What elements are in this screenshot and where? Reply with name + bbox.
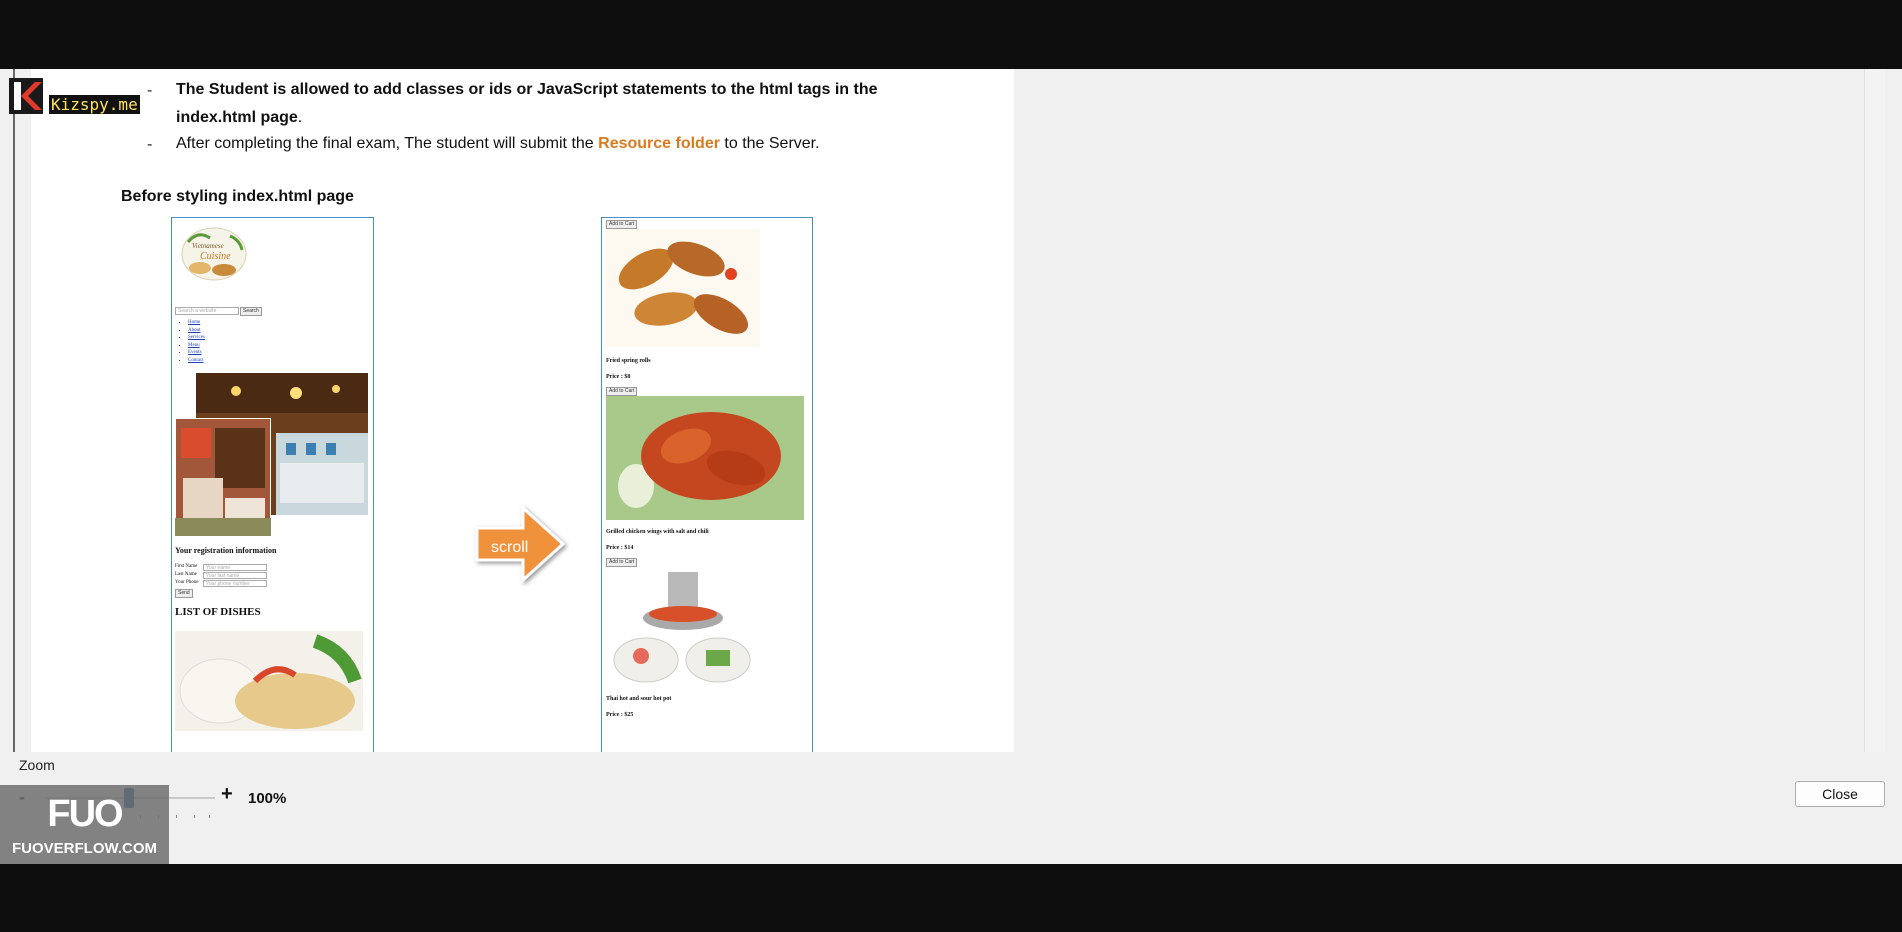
zoom-tick <box>209 815 210 818</box>
zoom-in-button[interactable]: + <box>221 783 233 806</box>
index-html-text: index.html page <box>176 109 298 126</box>
restaurant-dining-image <box>175 418 271 536</box>
mini-dish-price-3: Price : $25 <box>606 712 634 718</box>
mini-nav-list: Home About Services Menu Events Contact <box>178 319 205 364</box>
mini-dish-name-1: Fried spring rolls <box>606 358 651 364</box>
logo-text-2: Cuisine <box>200 251 231 262</box>
mini-search-button: Search <box>240 307 262 316</box>
instruction-line-1: The Student is allowed to add classes or… <box>176 81 878 98</box>
submit-text: After completing the final exam, The stu… <box>176 135 599 152</box>
kizspy-text: Kizspy.me <box>49 95 140 114</box>
period-text: . <box>297 109 303 126</box>
mini-last-name-input: Your last name <box>203 572 267 579</box>
mini-first-name-input: Your name <box>203 564 267 571</box>
fuoverflow-watermark: FUO FUOVERFLOW.COM <box>0 785 169 864</box>
hot-pot-image <box>606 568 760 692</box>
fuo-site-text: FUOVERFLOW.COM <box>12 840 157 857</box>
before-styling-screenshot-top: Vietnamese Cuisine Search a website Sear… <box>171 217 374 752</box>
mini-dish-name-2: Grilled chicken wings with salt and chil… <box>606 529 709 535</box>
mini-label-last-name: Last Name <box>175 572 197 577</box>
before-styling-screenshot-scrolled: Add to Cart Fried spring rolls Price : $… <box>601 217 813 752</box>
document-viewport[interactable]: - The Student is allowed to add classes … <box>0 69 1902 752</box>
mini-dish-price-1: Price : $8 <box>606 374 631 380</box>
scroll-arrow-label: scroll <box>491 539 529 556</box>
mini-label-first-name: First Name <box>175 564 198 569</box>
mini-registration-title: Your registration information <box>175 546 277 555</box>
kizspy-watermark: Kizspy.me <box>9 78 141 114</box>
grilled-chicken-image <box>606 396 804 520</box>
mini-nav-events: Events <box>188 350 202 355</box>
mini-nav-menu: Menu <box>188 342 200 348</box>
mini-label-phone: Your Phone <box>175 580 199 585</box>
kizspy-k-logo-icon <box>9 78 43 114</box>
spring-rolls-image <box>606 229 760 347</box>
close-button[interactable]: Close <box>1795 781 1885 807</box>
zoom-tick <box>176 815 177 818</box>
fuo-logo: FUO <box>47 793 123 835</box>
mini-dish-price-2: Price : $14 <box>606 545 634 551</box>
mini-nav-home: Home <box>188 320 201 325</box>
bullet-marker: - <box>147 136 153 153</box>
instruction-line-3: After completing the final exam, The stu… <box>176 135 820 153</box>
mini-add-to-cart-1: Add to Cart <box>606 220 638 229</box>
mini-nav-services: Services <box>188 335 205 340</box>
mini-dish-name-3: Thai hot and sour hot pot <box>606 696 672 702</box>
mini-nav-about: About <box>188 327 201 333</box>
mini-add-to-cart-2: Add to Cart <box>606 387 638 396</box>
zoom-value: 100% <box>248 790 287 807</box>
vertical-scrollbar[interactable] <box>1864 69 1885 752</box>
instruction-line-2: index.html page. <box>176 109 302 127</box>
mini-send-button: Send <box>175 589 193 598</box>
resource-folder-text: Resource folder <box>598 135 720 152</box>
mini-phone-input: Your phone number <box>203 580 267 587</box>
server-text: to the Server. <box>719 135 820 152</box>
mini-dishes-title: LIST OF DISHES <box>175 606 261 618</box>
zoom-label: Zoom <box>19 757 55 773</box>
left-border <box>13 69 15 752</box>
document-page: - The Student is allowed to add classes … <box>31 69 1014 752</box>
mini-add-to-cart-3: Add to Cart <box>606 558 638 567</box>
mini-search-input: Search a website <box>175 307 239 315</box>
image-viewer-window: - The Student is allowed to add classes … <box>0 69 1902 864</box>
mini-nav-contact: Contact <box>188 357 204 363</box>
logo-text-1: Vietnamese <box>192 242 224 250</box>
zoom-tick <box>194 815 195 818</box>
section-heading: Before styling index.html page <box>121 188 354 205</box>
bullet-marker: - <box>147 82 153 99</box>
noodle-dish-image <box>175 631 363 731</box>
